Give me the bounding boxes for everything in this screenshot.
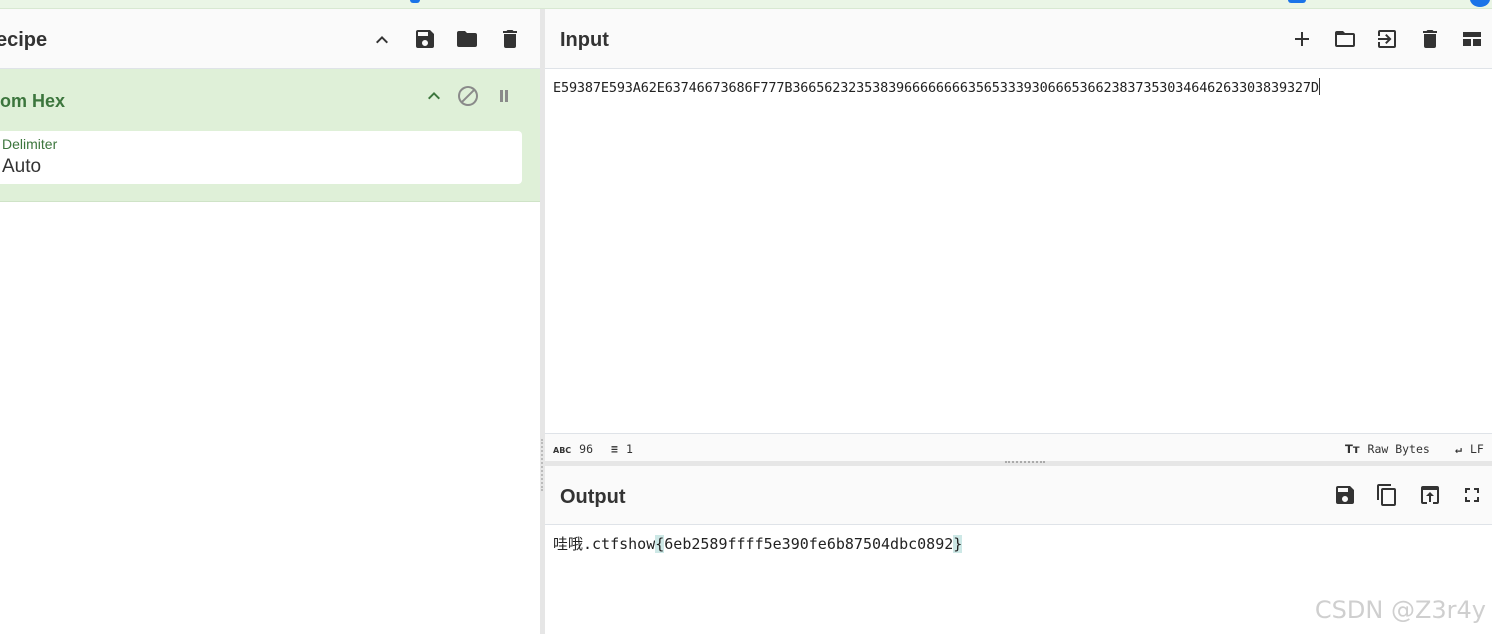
top-strip <box>0 0 1492 9</box>
output-textarea[interactable]: 哇哦.ctfshow{6eb2589ffff5e390fe6b87504dbc0… <box>553 533 963 554</box>
output-prefix: 哇哦.ctfshow <box>553 535 656 553</box>
trash-icon[interactable] <box>1416 25 1444 53</box>
brace-open: { <box>655 535 665 553</box>
input-header: Input <box>545 9 1492 69</box>
text-caret <box>1318 78 1320 95</box>
delimiter-field[interactable]: Delimiter Auto <box>0 131 522 184</box>
folder-icon[interactable] <box>453 25 481 53</box>
from-hex-operation[interactable]: rom Hex Delimiter Auto <box>0 69 540 202</box>
trash-icon[interactable] <box>496 25 524 53</box>
lines-stat: ≡ 1 <box>611 442 633 456</box>
input-statusbar: ABC 96 ≡ 1 Tт Raw Bytes ↵ LF <box>545 433 1492 461</box>
fullscreen-icon[interactable] <box>1458 481 1486 509</box>
save-icon[interactable] <box>411 25 439 53</box>
input-textarea[interactable]: E59387E593A62E63746673686F777B3665623235… <box>553 78 1320 96</box>
output-title: Output <box>560 486 626 508</box>
encoding-selector[interactable]: Tт Raw Bytes <box>1345 442 1430 456</box>
disable-icon[interactable] <box>454 82 482 110</box>
operation-title: rom Hex <box>0 91 66 111</box>
save-icon[interactable] <box>1331 481 1359 509</box>
divider-grip[interactable] <box>541 439 543 491</box>
recipe-title: ecipe <box>0 29 48 51</box>
import-icon[interactable] <box>1373 25 1401 53</box>
top-indicator <box>410 0 420 3</box>
abc-icon: ABC <box>553 446 572 455</box>
lines-icon: ≡ <box>611 442 618 456</box>
divider-grip[interactable] <box>1005 461 1045 463</box>
plus-icon[interactable] <box>1288 25 1316 53</box>
brace-close: } <box>953 535 963 553</box>
copy-icon[interactable] <box>1373 481 1401 509</box>
delimiter-label: Delimiter <box>2 136 58 152</box>
recipe-pane: ecipe rom Hex Delimiter Auto <box>0 9 540 634</box>
layout-icon[interactable] <box>1458 25 1486 53</box>
input-title: Input <box>560 29 609 51</box>
folder-icon[interactable] <box>1331 25 1359 53</box>
output-header: Output <box>545 466 1492 525</box>
top-indicator <box>1288 0 1306 3</box>
recipe-header: ecipe <box>0 9 540 69</box>
watermark: CSDN @Z3r4y <box>1314 596 1486 624</box>
length-stat: ABC 96 <box>553 442 594 456</box>
replace-input-icon[interactable] <box>1416 481 1444 509</box>
info-icon[interactable] <box>1470 0 1490 7</box>
eol-selector[interactable]: ↵ LF <box>1455 442 1484 456</box>
pause-icon[interactable] <box>490 82 518 110</box>
text-type-icon: Tт <box>1345 442 1360 456</box>
delimiter-value[interactable]: Auto <box>2 156 41 178</box>
return-icon: ↵ <box>1455 442 1462 456</box>
chevron-up-icon[interactable] <box>368 26 396 54</box>
input-value: E59387E593A62E63746673686F777B3665623235… <box>553 80 1319 96</box>
input-pane: Input E59387E593A62E63746673686F777B3665… <box>545 9 1492 461</box>
chevron-up-icon[interactable] <box>420 82 448 110</box>
output-flag: 6eb2589ffff5e390fe6b87504dbc0892 <box>664 535 954 553</box>
